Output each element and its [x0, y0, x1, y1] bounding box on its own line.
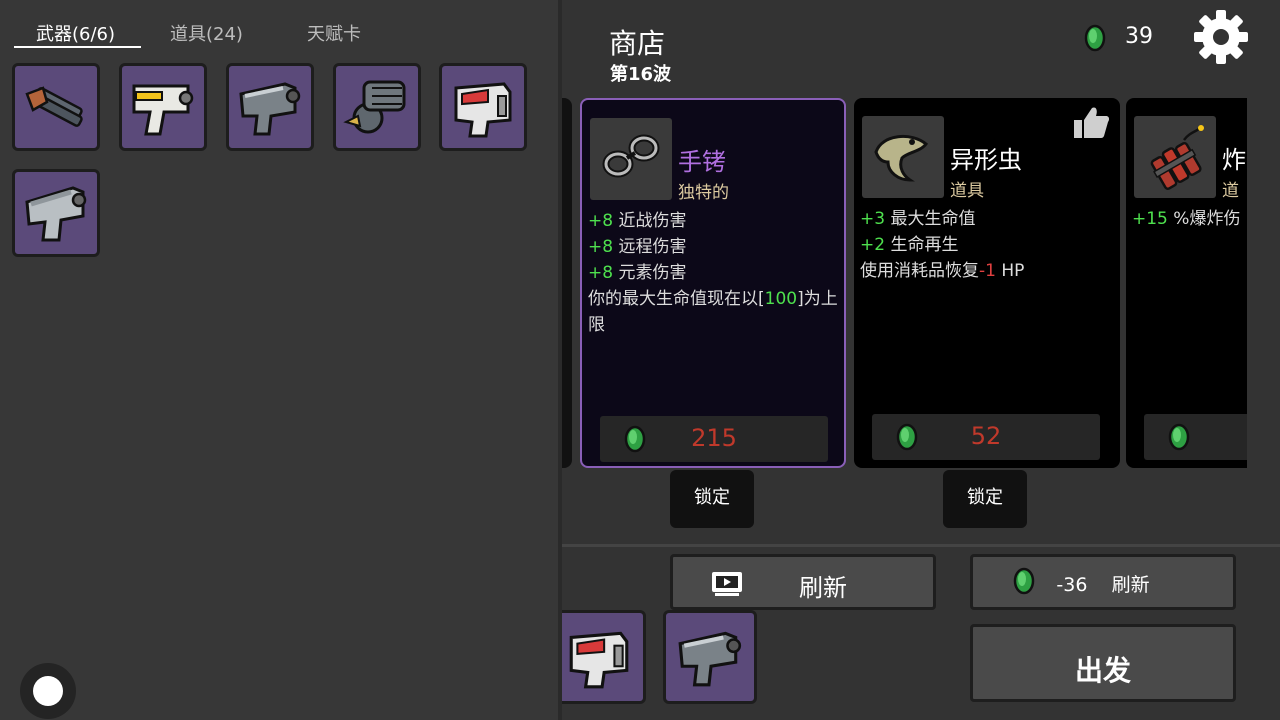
- bottom-separator: [562, 544, 1280, 547]
- alien-worm-icon: [874, 134, 929, 182]
- material-coin-icon: [1168, 423, 1190, 451]
- settings-gear-icon[interactable]: [1192, 8, 1250, 66]
- stat-line: +8 远程伤害: [588, 237, 687, 257]
- weapon-slot-gatling[interactable]: [333, 63, 421, 151]
- stat-line: +3 最大生命值: [860, 209, 976, 229]
- currency-count: 39: [1125, 24, 1153, 49]
- shop-card-dynamite[interactable]: 炸 道 +15 %爆炸伤 锁: [1126, 98, 1247, 468]
- go-button[interactable]: 出发: [970, 624, 1236, 702]
- virtual-joystick[interactable]: [20, 663, 76, 719]
- handcuffs-icon: [602, 134, 660, 178]
- stat-line: +8 近战伤害: [588, 211, 687, 231]
- flamethrower-icon: [454, 82, 512, 138]
- refresh-paid-button[interactable]: -36 刷新: [970, 554, 1236, 610]
- item-price: 215: [691, 424, 737, 452]
- buy-button[interactable]: 215: [600, 416, 828, 462]
- item-type: 道具: [950, 181, 984, 201]
- lock-button-handcuffs[interactable]: 锁定: [670, 470, 754, 528]
- stat-line: +8 元素伤害: [588, 263, 687, 283]
- pistol-icon: [25, 186, 87, 242]
- minigun-icon: [678, 631, 742, 687]
- item-name: 炸: [1222, 146, 1246, 174]
- item-note: 使用消耗品恢复-1 HP: [860, 261, 1025, 281]
- active-tab-indicator: [14, 46, 141, 48]
- gatling-icon: [343, 80, 406, 134]
- shop-card-handcuffs[interactable]: 手铐 独特的 +8 近战伤害 +8 远程伤害 +8 元素伤害 你的最大生命值现在…: [580, 98, 846, 468]
- material-coin-icon: [1084, 24, 1106, 52]
- joystick-knob[interactable]: [33, 676, 63, 706]
- minigun-icon: [239, 82, 301, 136]
- item-thumbnail: [590, 118, 672, 200]
- refresh-paid-label: -36 刷新: [1056, 574, 1150, 596]
- previous-card-edge: [562, 98, 572, 468]
- buy-button[interactable]: [1144, 414, 1247, 460]
- weapon-slot-minigun[interactable]: [226, 63, 314, 151]
- tab-talent-cards[interactable]: 天赋卡: [307, 20, 361, 46]
- smg-icon: [132, 84, 194, 136]
- tab-items[interactable]: 道具(24): [170, 20, 243, 46]
- shop-card-alien-worm[interactable]: 异形虫 道具 +3 最大生命值 +2 生命再生 使用消耗品恢复-1 HP 52: [854, 98, 1120, 468]
- video-ad-icon: [712, 572, 742, 596]
- thumbs-up-icon: [1074, 107, 1110, 138]
- item-note: 你的最大生命值现在以[100]为上限: [588, 289, 838, 335]
- weapon-slot-pistol[interactable]: [12, 169, 100, 257]
- item-price: 52: [970, 422, 1002, 450]
- shop-card-clip: 炸 道 +15 %爆炸伤 锁: [1126, 98, 1247, 468]
- item-type: 道: [1222, 181, 1239, 201]
- shop-title: 商店: [609, 27, 666, 60]
- stat-line: +15 %爆炸伤: [1132, 209, 1241, 229]
- item-name: 手铐: [678, 148, 726, 176]
- lock-button-alien-worm[interactable]: 锁定: [943, 470, 1027, 528]
- preview-slot-clip: [562, 610, 648, 704]
- go-label: 出发: [1074, 654, 1131, 687]
- buy-button[interactable]: 52: [872, 414, 1100, 460]
- preview-slot-flamethrower[interactable]: [562, 610, 646, 704]
- item-stats: +3 最大生命值 +2 生命再生 使用消耗品恢复-1 HP: [860, 206, 1114, 284]
- item-thumbnail: [862, 116, 944, 198]
- inventory-panel: 武器(6/6) 道具(24) 天赋卡: [0, 0, 560, 720]
- weapon-slot-smg[interactable]: [119, 63, 207, 151]
- preview-slot-minigun[interactable]: [663, 610, 757, 704]
- stat-line: +2 生命再生: [860, 235, 959, 255]
- flamethrower-icon: [569, 631, 629, 689]
- dynamite-icon: [1150, 125, 1204, 190]
- weapon-slot-flamethrower[interactable]: [439, 63, 527, 151]
- tab-weapons[interactable]: 武器(6/6): [36, 20, 115, 46]
- item-thumbnail: [1134, 116, 1216, 198]
- item-name: 异形虫: [950, 146, 1022, 174]
- item-stats: +15 %爆炸伤: [1132, 206, 1247, 232]
- item-stats: +8 近战伤害 +8 远程伤害 +8 元素伤害 你的最大生命值现在以[100]为…: [588, 208, 842, 338]
- refresh-ad-label: 刷新: [799, 574, 847, 602]
- shotgun-icon: [25, 86, 83, 127]
- item-rarity: 独特的: [678, 183, 729, 203]
- refresh-ad-button[interactable]: 刷新: [670, 554, 936, 610]
- weapon-slot-shotgun[interactable]: [12, 63, 100, 151]
- wave-label: 第16波: [610, 64, 672, 85]
